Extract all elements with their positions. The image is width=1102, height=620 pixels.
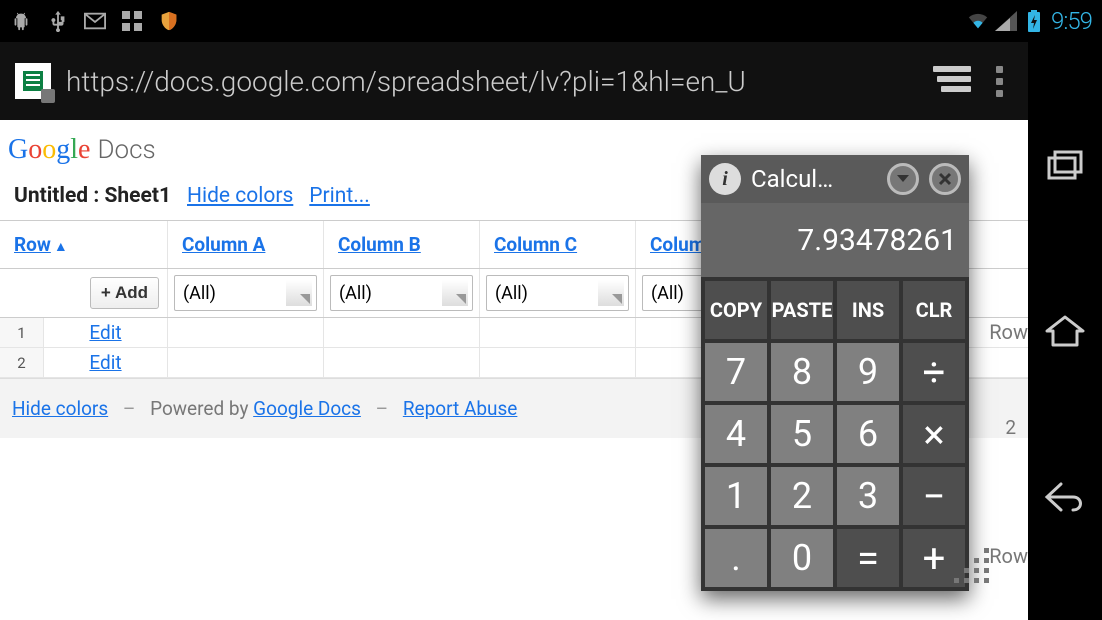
site-favicon — [15, 63, 51, 99]
calculator-titlebar[interactable]: i Calcul… — [701, 155, 969, 203]
print-link[interactable]: Print... — [309, 184, 370, 208]
nav-back-button[interactable] — [1043, 475, 1087, 519]
status-right-icons: 9:59 — [967, 7, 1092, 35]
column-header-c[interactable]: Column C — [480, 221, 636, 268]
column-header-b[interactable]: Column B — [324, 221, 480, 268]
edit-row-link[interactable]: Edit — [44, 348, 168, 377]
calc-paste-button[interactable]: PASTE — [771, 281, 833, 339]
docs-word: Docs — [97, 135, 155, 165]
browser-toolbar: https://docs.google.com/spreadsheet/lv?p… — [0, 42, 1028, 120]
info-icon[interactable]: i — [709, 163, 741, 195]
calc-key-7[interactable]: 7 — [705, 343, 767, 401]
footer-hide-colors-link[interactable]: Hide colors — [12, 397, 108, 420]
calculator-keypad: COPY PASTE INS CLR 7 8 9 ÷ 4 5 6 × 1 2 3… — [701, 277, 969, 591]
nav-home-button[interactable] — [1043, 309, 1087, 353]
calc-key-2[interactable]: 2 — [771, 467, 833, 525]
footer-powered-text: Powered by — [150, 397, 253, 420]
calc-key-6[interactable]: 6 — [837, 405, 899, 463]
overflow-menu-button[interactable] — [986, 62, 1013, 101]
add-row-button[interactable]: + Add — [90, 277, 159, 309]
wifi-icon — [967, 10, 989, 32]
calc-clr-button[interactable]: CLR — [903, 281, 965, 339]
calc-key-equals[interactable]: = — [837, 529, 899, 587]
grid-icon — [121, 10, 143, 32]
sort-asc-icon: ▲ — [54, 238, 68, 255]
calc-key-8[interactable]: 8 — [771, 343, 833, 401]
calculator-display: 7.93478261 — [701, 203, 969, 277]
calculator-title: Calcul… — [751, 165, 877, 193]
tabs-button[interactable] — [933, 66, 971, 96]
status-left-icons — [10, 10, 180, 32]
rhs-count-label: 2 — [1005, 416, 1016, 439]
calc-key-0[interactable]: 0 — [771, 529, 833, 587]
calculator-window[interactable]: i Calcul… 7.93478261 COPY PASTE INS CLR … — [701, 155, 969, 591]
hide-colors-link[interactable]: Hide colors — [187, 184, 293, 208]
battery-charging-icon — [1023, 10, 1045, 32]
row-header[interactable]: Row▲ — [0, 221, 168, 268]
calc-key-subtract[interactable]: − — [903, 467, 965, 525]
calc-key-dot[interactable]: . — [705, 529, 767, 587]
url-bar[interactable]: https://docs.google.com/spreadsheet/lv?p… — [66, 65, 918, 98]
edit-row-link[interactable]: Edit — [44, 318, 168, 347]
status-clock: 9:59 — [1051, 7, 1092, 35]
calc-key-4[interactable]: 4 — [705, 405, 767, 463]
resize-grip[interactable] — [954, 548, 994, 588]
row-number: 2 — [0, 348, 44, 377]
android-nav-bar — [1028, 42, 1102, 620]
calc-ins-button[interactable]: INS — [837, 281, 899, 339]
calc-key-9[interactable]: 9 — [837, 343, 899, 401]
filter-select-a[interactable]: (All) — [174, 275, 317, 311]
android-status-bar: 9:59 — [0, 0, 1102, 42]
rhs-row-label-2: Row — [989, 544, 1028, 568]
filter-select-b[interactable]: (All) — [330, 275, 473, 311]
nav-recents-button[interactable] — [1043, 143, 1087, 187]
row-number: 1 — [0, 318, 44, 347]
signal-icon — [995, 10, 1017, 32]
calc-key-3[interactable]: 3 — [837, 467, 899, 525]
calc-copy-button[interactable]: COPY — [705, 281, 767, 339]
shield-icon — [158, 10, 180, 32]
usb-icon — [47, 10, 69, 32]
rhs-row-label: Row — [989, 320, 1028, 344]
filter-select-c[interactable]: (All) — [486, 275, 629, 311]
footer-google-docs-link[interactable]: Google Docs — [253, 397, 361, 420]
calc-key-divide[interactable]: ÷ — [903, 343, 965, 401]
close-icon[interactable] — [929, 163, 961, 195]
calc-key-multiply[interactable]: × — [903, 405, 965, 463]
sheet-title: Untitled : Sheet1 — [14, 184, 171, 208]
gmail-icon — [84, 10, 106, 32]
calc-key-1[interactable]: 1 — [705, 467, 767, 525]
calc-key-5[interactable]: 5 — [771, 405, 833, 463]
minimize-icon[interactable] — [887, 163, 919, 195]
android-debug-icon — [10, 10, 32, 32]
column-header-a[interactable]: Column A — [168, 221, 324, 268]
footer-report-abuse-link[interactable]: Report Abuse — [403, 397, 518, 420]
